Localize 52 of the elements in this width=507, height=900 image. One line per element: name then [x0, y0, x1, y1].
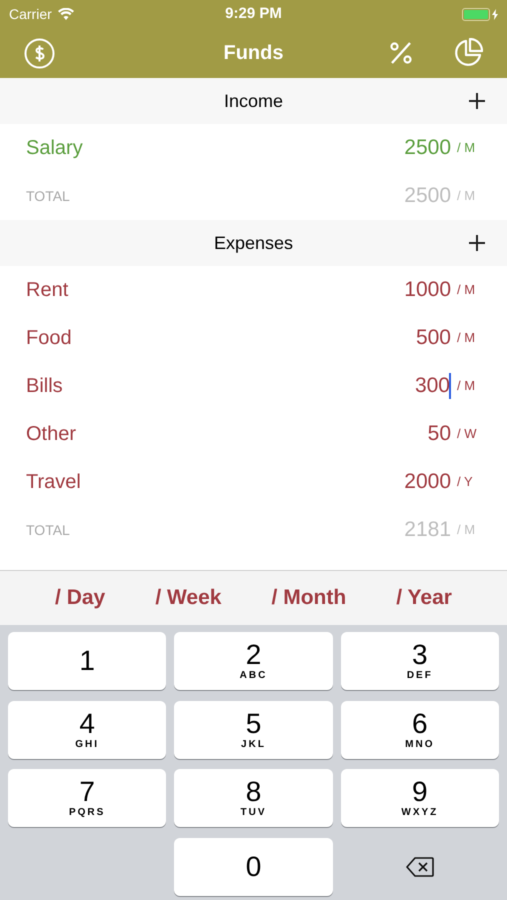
amount-field[interactable]: 500: [416, 322, 451, 354]
period-unit: / M: [457, 377, 476, 396]
item-name: Travel: [26, 470, 82, 495]
nav-title: Funds: [224, 41, 284, 66]
period-unit: / Y: [457, 473, 474, 492]
keypad-key[interactable]: 7 PQRS: [8, 769, 166, 827]
keypad-key[interactable]: 0: [174, 838, 333, 896]
period-unit: / M: [457, 187, 476, 206]
item-name: Salary: [26, 136, 84, 161]
charging-icon: [492, 8, 498, 20]
amount-field[interactable]: 300: [414, 370, 451, 402]
add-icon[interactable]: [469, 93, 485, 109]
keypad-key[interactable]: 3 DEF: [340, 632, 499, 690]
period-unit: / M: [457, 521, 476, 540]
amount-field[interactable]: 1000: [404, 274, 451, 306]
keypad-key[interactable]: 8 TUV: [174, 769, 333, 827]
pie-chart-icon[interactable]: [453, 38, 483, 68]
keypad-key[interactable]: 2 ABC: [174, 632, 333, 690]
total-label: TOTAL: [26, 186, 71, 206]
carrier-label: Carrier: [9, 4, 52, 24]
amount-field[interactable]: 50: [428, 418, 451, 450]
total-label: TOTAL: [26, 520, 71, 540]
amount-field[interactable]: 2000: [404, 466, 451, 498]
item-name: Food: [26, 326, 73, 351]
wifi-icon: [58, 8, 74, 20]
dollar-icon[interactable]: [24, 38, 55, 68]
period-button[interactable]: / Year: [396, 582, 452, 614]
period-button[interactable]: / Day: [55, 582, 106, 614]
battery-icon: [462, 8, 490, 20]
section-title: Income: [224, 90, 284, 112]
add-icon[interactable]: [469, 235, 485, 251]
period-unit: / W: [457, 425, 478, 444]
period-button[interactable]: / Week: [155, 582, 222, 614]
item-name: Rent: [26, 278, 70, 303]
status-time: 9:29 PM: [225, 4, 282, 24]
percent-icon[interactable]: [389, 41, 413, 65]
total-amount: 2181: [404, 517, 451, 544]
keypad-key[interactable]: 5 JKL: [174, 700, 333, 758]
total-amount: 2500: [404, 183, 451, 210]
keypad-key[interactable]: 4 GHI: [8, 700, 166, 758]
text-cursor: [449, 373, 451, 399]
keypad-key[interactable]: 1: [8, 632, 166, 690]
keypad-key[interactable]: 6 MNO: [340, 700, 499, 758]
period-unit: / M: [457, 139, 476, 158]
period-unit: / M: [457, 281, 476, 300]
period-unit: / M: [457, 329, 476, 348]
keypad-key[interactable]: 9 WXYZ: [340, 769, 499, 827]
section-title: Expenses: [214, 232, 294, 255]
backspace-icon: [406, 856, 434, 876]
period-button[interactable]: / Month: [272, 582, 346, 614]
item-name: Other: [26, 422, 78, 447]
item-name: Bills: [26, 374, 64, 399]
